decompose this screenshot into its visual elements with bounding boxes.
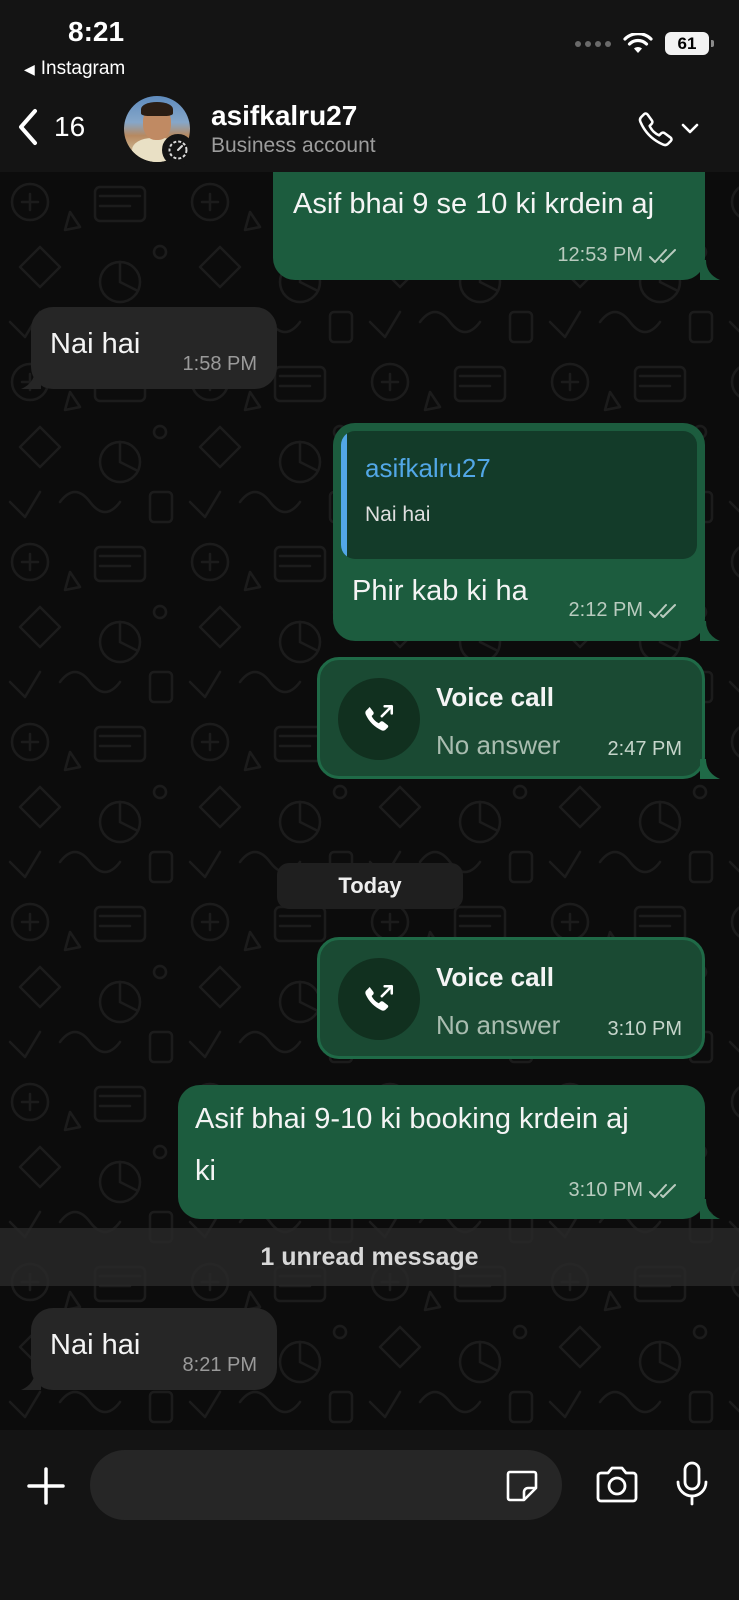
contact-name[interactable]: asifkalru27 (211, 100, 357, 132)
status-time: 8:21 (68, 16, 125, 47)
message-meta: 3:10 PM (608, 1018, 682, 1041)
message-time: 2:47 PM (607, 738, 682, 760)
message-text: Nai hai (50, 328, 141, 360)
chat-header: 16 asifkalru27 Business account (0, 90, 739, 172)
camera-icon[interactable] (594, 1466, 640, 1504)
bubble-tail (21, 1370, 41, 1390)
voice-call-card[interactable]: Voice call No answer 2:47 PM (317, 657, 705, 779)
message-meta: 3:10 PM (569, 1179, 679, 1202)
back-button[interactable]: 16 (16, 108, 85, 146)
message-text-line-1: Asif bhai 9-10 ki booking krdein aj (195, 1103, 629, 1135)
status-indicators: 61 (575, 32, 714, 55)
call-button[interactable] (637, 110, 699, 148)
message-time: 12:53 PM (557, 244, 643, 266)
message-text: Asif bhai 9 se 10 ki krdein aj (293, 188, 655, 220)
battery-indicator: 61 (665, 32, 714, 55)
message-meta: 12:53 PM (557, 244, 679, 267)
message-meta: 2:12 PM (569, 599, 679, 622)
message-meta: 2:47 PM (608, 738, 682, 761)
chat-area[interactable]: Asif bhai 9 se 10 ki krdein aj 12:53 PM … (0, 172, 739, 1430)
bubble-tail (700, 1199, 720, 1219)
back-triangle-icon: ◀ (24, 60, 35, 77)
message-meta: 8:21 PM (183, 1354, 257, 1377)
call-status: No answer (436, 730, 561, 760)
outgoing-message[interactable]: Asif bhai 9 se 10 ki krdein aj 12:53 PM (273, 172, 705, 280)
back-to-app[interactable]: ◀ Instagram (24, 58, 125, 80)
message-input[interactable] (90, 1450, 562, 1520)
quote-text: Nai hai (365, 503, 431, 526)
mic-icon[interactable] (674, 1460, 710, 1510)
message-text: Nai hai (50, 1329, 141, 1361)
incoming-message[interactable]: Nai hai 1:58 PM (31, 307, 277, 389)
call-status: No answer (436, 1010, 561, 1040)
call-title: Voice call (436, 682, 555, 712)
message-time: 2:12 PM (568, 599, 643, 621)
bubble-tail (700, 260, 720, 280)
wifi-icon (623, 32, 653, 53)
outgoing-reply-message[interactable]: asifkalru27 Nai hai Phir kab ki ha 2:12 … (333, 423, 705, 641)
incoming-message[interactable]: Nai hai 8:21 PM (31, 1308, 277, 1390)
message-composer (0, 1430, 739, 1600)
unread-divider: 1 unread message (0, 1228, 739, 1286)
bubble-tail (21, 369, 41, 389)
quoted-message[interactable]: asifkalru27 Nai hai (341, 431, 697, 559)
message-text-line-2: ki (195, 1155, 216, 1187)
quote-author: asifkalru27 (365, 453, 491, 483)
contact-subtitle: Business account (211, 134, 376, 157)
bubble-tail (700, 759, 720, 779)
check-double-icon (649, 248, 676, 263)
outgoing-call-icon (338, 678, 420, 760)
message-time: 1:58 PM (182, 353, 257, 375)
unread-count: 16 (54, 111, 86, 142)
check-double-icon (649, 1183, 676, 1198)
outgoing-message[interactable]: Asif bhai 9-10 ki booking krdein aj ki 3… (178, 1085, 705, 1219)
signal-icon (575, 40, 611, 47)
business-badge-icon (162, 134, 194, 166)
message-time: 3:10 PM (607, 1018, 682, 1040)
message-time: 3:10 PM (568, 1179, 643, 1201)
phone-icon (638, 112, 673, 147)
message-text: Phir kab ki ha (352, 575, 528, 607)
date-separator: Today (277, 863, 463, 909)
message-meta: 1:58 PM (183, 353, 257, 376)
status-bar: 8:21 ◀ Instagram 61 (0, 0, 739, 90)
voice-call-card[interactable]: Voice call No answer 3:10 PM (317, 937, 705, 1059)
plus-icon[interactable] (26, 1466, 66, 1506)
bubble-tail (700, 621, 720, 641)
back-chevron-icon (19, 109, 37, 145)
check-double-icon (649, 603, 676, 618)
back-app-label: Instagram (40, 58, 126, 79)
message-time: 8:21 PM (182, 1354, 257, 1376)
quote-accent-bar (341, 431, 347, 559)
chevron-down-icon (681, 123, 699, 134)
outgoing-call-icon (338, 958, 420, 1040)
sticker-icon[interactable] (504, 1468, 540, 1504)
call-title: Voice call (436, 962, 555, 992)
